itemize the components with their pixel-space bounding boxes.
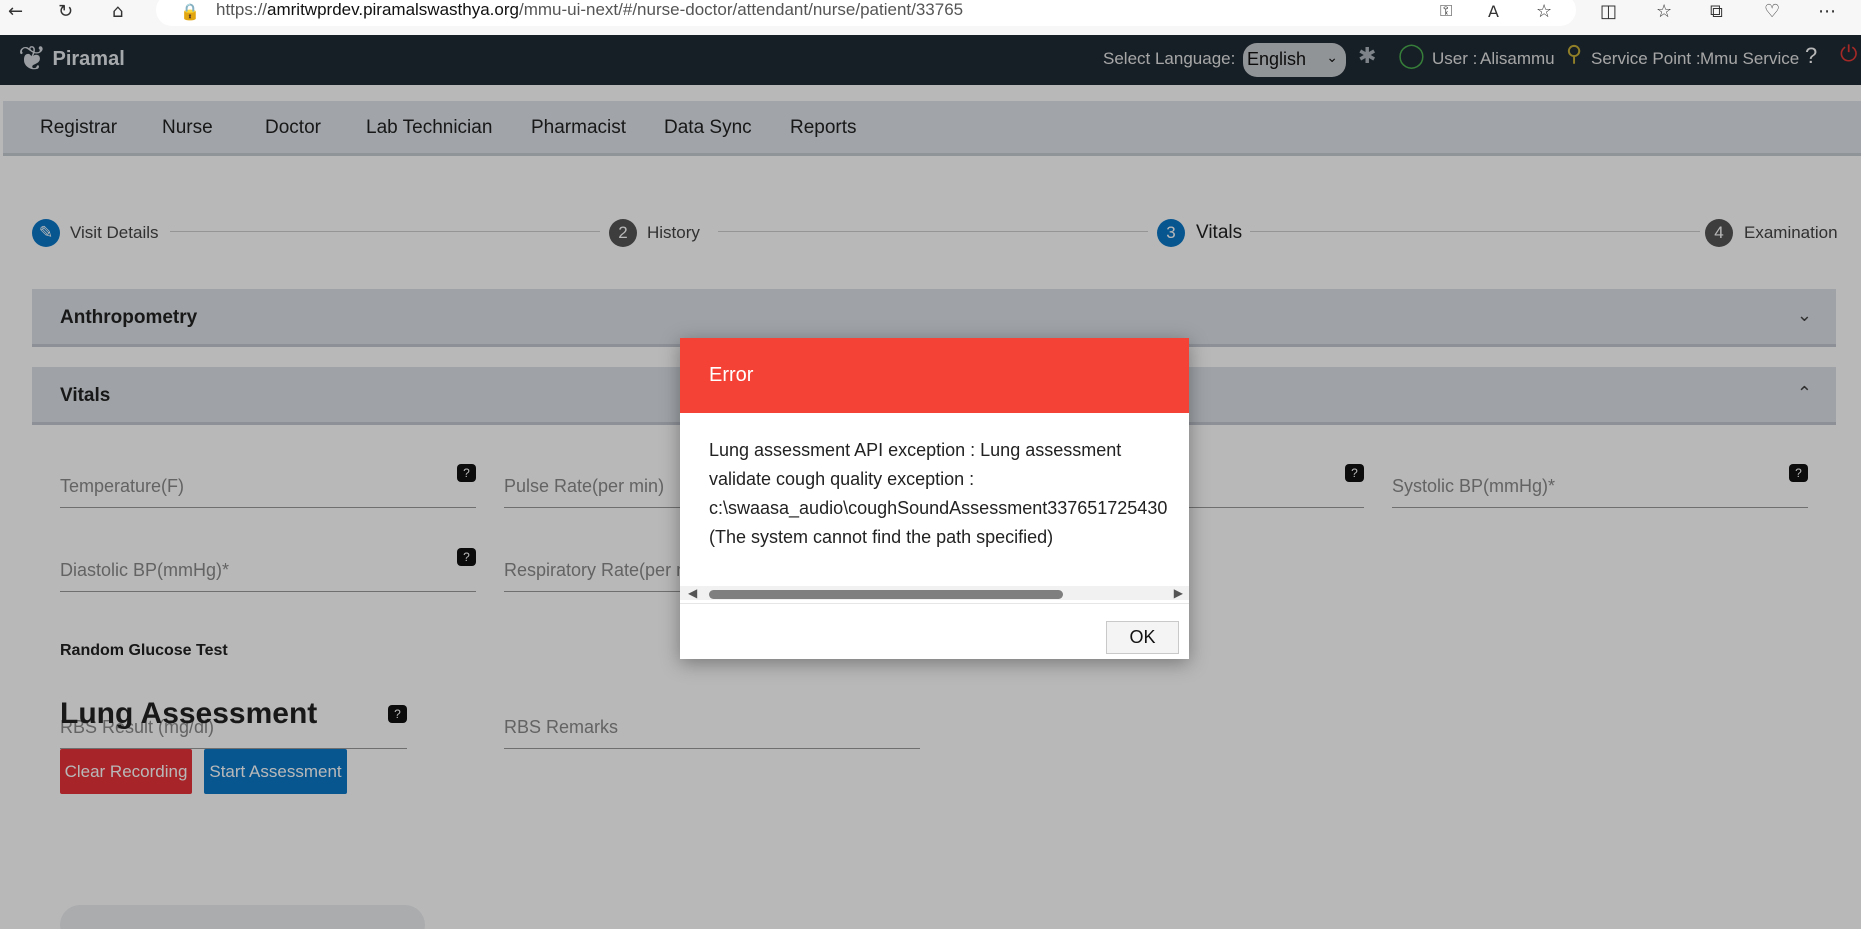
url-prefix: https://: [216, 0, 268, 19]
scrollbar-thumb[interactable]: [709, 590, 1063, 599]
horizontal-scrollbar[interactable]: ◀ ▶: [680, 586, 1189, 600]
url-path: /mmu-ui-next/#/nurse-doctor/attendant/nu…: [518, 0, 964, 19]
extensions-icon[interactable]: ♡: [1764, 0, 1780, 22]
error-line: (The system cannot find the path specifi…: [709, 527, 1054, 547]
favorite-icon[interactable]: ☆: [1536, 0, 1552, 22]
lock-icon[interactable]: 🔒: [180, 2, 200, 22]
error-line: validate cough quality exception :: [709, 469, 975, 489]
dialog-header: Error: [680, 338, 1189, 413]
favorites-list-icon[interactable]: ☆: [1656, 0, 1672, 22]
error-dialog: Error Lung assessment API exception : Lu…: [680, 338, 1189, 659]
dialog-footer: OK: [680, 603, 1189, 659]
back-icon[interactable]: ←: [8, 0, 23, 22]
dialog-body: Lung assessment API exception : Lung ass…: [680, 413, 1189, 583]
refresh-icon[interactable]: ↻: [58, 0, 73, 22]
address-bar[interactable]: https://amritwprdev.piramalswasthya.org /…: [156, 0, 1576, 26]
error-line: Lung assessment API exception : Lung ass…: [709, 440, 1122, 460]
more-icon[interactable]: ⋯: [1818, 0, 1836, 22]
read-aloud-icon[interactable]: A: [1488, 0, 1499, 22]
key-icon[interactable]: ⚿: [1440, 0, 1452, 22]
ok-button[interactable]: OK: [1106, 621, 1179, 654]
dialog-title: Error: [709, 364, 754, 386]
error-line: c:\swaasa_audio\coughSoundAssessment3376…: [709, 498, 1168, 518]
browser-toolbar: ← ↻ ⌂ https://amritwprdev.piramalswasthy…: [0, 0, 1861, 35]
scroll-left-icon[interactable]: ◀: [688, 586, 697, 600]
scroll-right-icon[interactable]: ▶: [1174, 586, 1183, 600]
url-host: amritwprdev.piramalswasthya.org: [267, 0, 519, 19]
split-screen-icon[interactable]: ◫: [1600, 0, 1617, 22]
error-message: Lung assessment API exception : Lung ass…: [709, 436, 1189, 552]
home-icon[interactable]: ⌂: [112, 0, 123, 22]
collections-icon[interactable]: ⧉: [1710, 0, 1723, 22]
